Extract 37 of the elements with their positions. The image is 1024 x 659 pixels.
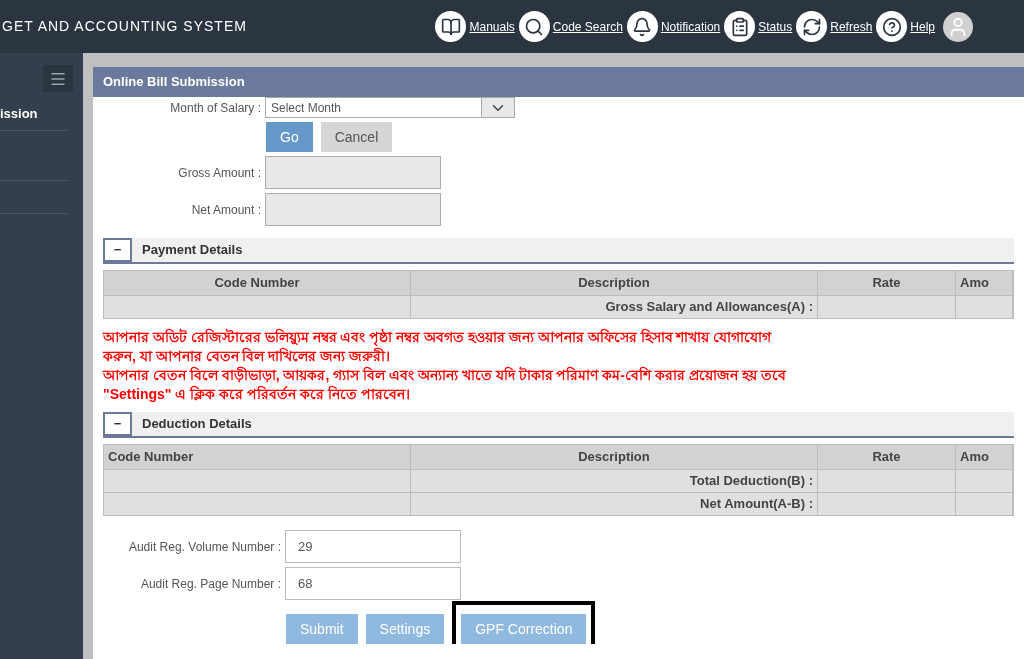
amount-field[interactable] (265, 193, 441, 226)
nav-link[interactable]: Code Search (518, 11, 623, 42)
avatar-icon[interactable] (943, 11, 973, 42)
clipboard-icon (724, 11, 756, 42)
field-label: Net Amount : (190, 201, 262, 219)
chevron-down-icon (481, 98, 514, 117)
app-title: GET AND ACCOUNTING SYSTEM (1, 17, 247, 36)
audit-field[interactable]: 29 (285, 530, 461, 563)
nav-link[interactable]: Notification (626, 11, 721, 42)
amount-field[interactable] (265, 156, 441, 189)
section-title: Payment Details (141, 241, 243, 260)
month-select[interactable]: Select Month (265, 97, 515, 118)
help-icon (876, 11, 908, 42)
nav-link[interactable]: Manuals (435, 11, 515, 42)
collapse-button[interactable]: − (103, 412, 132, 436)
section-title: Deduction Details (141, 415, 252, 434)
magnifier-icon (518, 11, 550, 42)
refresh-icon (796, 11, 828, 42)
field-label: Audit Reg. Volume Number : (127, 538, 282, 556)
field-label: Audit Reg. Page Number : (139, 575, 282, 593)
audit-field[interactable]: 68 (285, 567, 461, 600)
action-button[interactable]: Cancel (320, 122, 393, 152)
collapse-button[interactable]: − (103, 238, 132, 262)
nav-link[interactable]: Status (724, 11, 793, 42)
sidebar-item[interactable]: ission (0, 98, 68, 131)
notice-text: আপনার অডিট রেজিস্টারের ভলিয়্যুম নম্বর এবং পৃষ্ঠা নম্বর অবগত হওয়ার জন্য আপনার অফিসের হিসাব শাখায় যোগাযোগ করুন, যা আপনার বেতন বিল দাখিলের জন্য জরুরী। (103, 328, 773, 366)
field-label: Gross Amount : (177, 164, 262, 182)
field-label: Month of Salary : (169, 99, 262, 117)
table-cell: Gross Salary and Allowances(A) : (411, 296, 818, 318)
menu-icon[interactable] (43, 65, 73, 92)
table-cell: Net Amount(A-B) : (411, 493, 818, 515)
bell-icon (626, 11, 658, 42)
panel-header: Online Bill Submission (93, 67, 1024, 97)
book-icon (435, 11, 467, 42)
nav-link[interactable]: Refresh (796, 11, 873, 42)
notice-text: আপনার বেতন বিলে বাড়ীভাড়া, আয়কর, গ্যাস বিল এবং অন্যান্য খাতে যদি টাকার পরিমাণ কম-বেশি করার প্রয়োজন হয় তবে "Settings" এ ক্লিক করে পরিবর্তন করে নিতে পারবেন। (103, 366, 788, 404)
nav-link[interactable]: Help (876, 11, 935, 42)
